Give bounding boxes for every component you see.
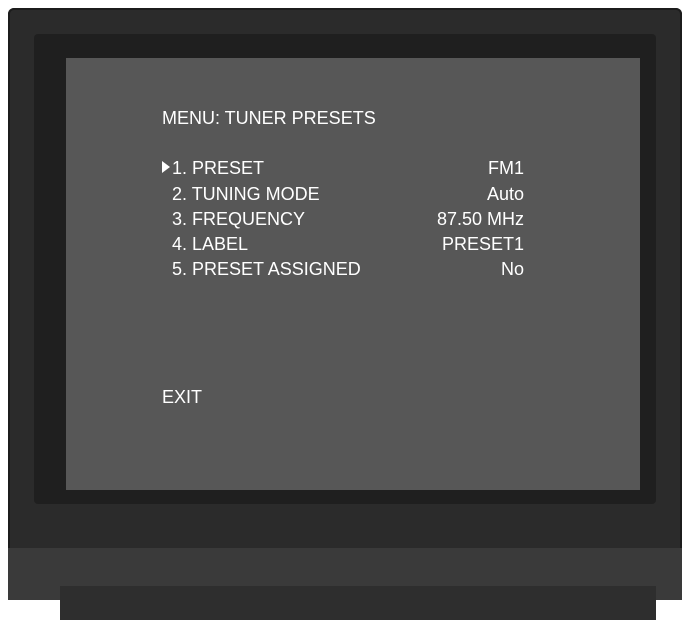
triangle-right-icon [162, 161, 170, 173]
menu-item-label-setting[interactable]: 4. LABEL PRESET1 [162, 234, 524, 256]
menu-item-value: 87.50 MHz [436, 209, 524, 229]
menu-item-value: No [500, 259, 524, 279]
menu-item-preset[interactable]: 1. PRESET FM1 [162, 158, 524, 180]
menu-item-label: 3. FREQUENCY [172, 209, 306, 229]
menu-item-value: FM1 [488, 158, 524, 178]
menu-item-value: PRESET1 [441, 234, 524, 254]
menu-item-label: 1. PRESET [172, 158, 265, 178]
menu-item-preset-assigned[interactable]: 5. PRESET ASSIGNED No [162, 259, 524, 281]
tv-stand [60, 586, 656, 620]
menu-item-value: Auto [486, 184, 524, 204]
menu-title: MENU: TUNER PRESETS [162, 108, 376, 128]
menu-item-label: 4. LABEL [172, 234, 249, 254]
exit-menu-item[interactable]: EXIT [162, 387, 202, 408]
menu-item-label: 2. TUNING MODE [172, 184, 320, 204]
menu-item-tuning-mode[interactable]: 2. TUNING MODE Auto [162, 184, 524, 206]
menu-item-label: 5. PRESET ASSIGNED [172, 259, 361, 279]
menu-item-frequency[interactable]: 3. FREQUENCY 87.50 MHz [162, 209, 524, 231]
